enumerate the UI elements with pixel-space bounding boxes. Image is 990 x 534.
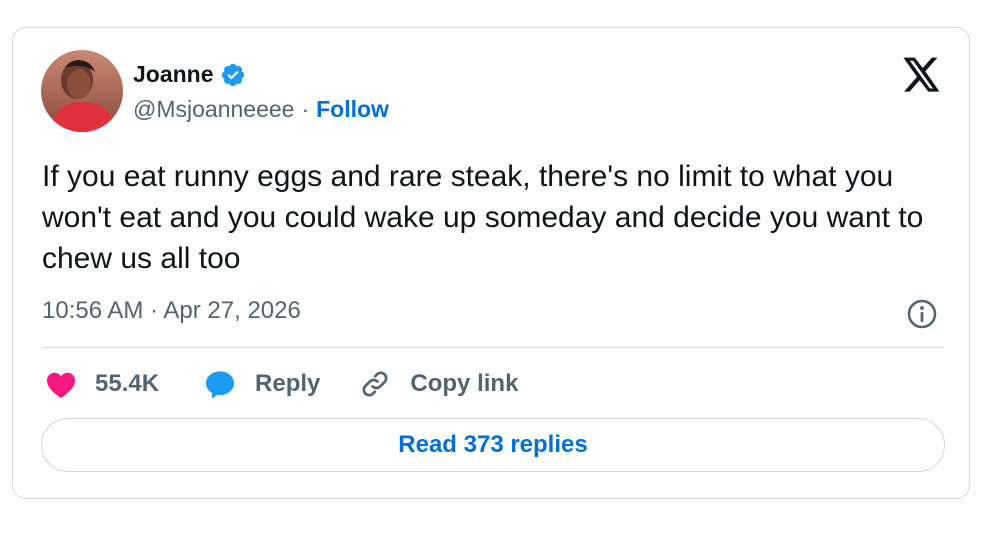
- follow-button[interactable]: Follow: [316, 96, 389, 123]
- reply-button[interactable]: Reply: [203, 368, 320, 400]
- timestamp-link[interactable]: 10:56 AM · Apr 27, 2026: [42, 297, 301, 325]
- tweet-embed-card: Joanne @Msjoanneeee · Follow If you eat …: [12, 27, 970, 499]
- like-count: 55.4K: [95, 370, 160, 397]
- x-logo-icon[interactable]: [903, 57, 941, 93]
- tweet-text: If you eat runny eggs and rare steak, th…: [42, 160, 924, 275]
- divider: [42, 347, 944, 348]
- verified-badge-icon: [221, 63, 244, 86]
- separator: ·: [301, 96, 310, 122]
- author-handle[interactable]: @Msjoanneeee: [133, 96, 294, 123]
- like-button[interactable]: 55.4K: [45, 369, 159, 399]
- read-replies-button[interactable]: Read 373 replies: [41, 418, 945, 472]
- speech-bubble-icon: [206, 371, 235, 399]
- heart-icon: [47, 372, 75, 399]
- copy-link-label: Copy link: [410, 370, 519, 397]
- author-name-row: Joanne: [133, 61, 246, 88]
- link-icon: [362, 371, 388, 397]
- handle-row: @Msjoanneeee · Follow: [133, 96, 389, 123]
- avatar[interactable]: [41, 50, 123, 132]
- copy-link-button[interactable]: Copy link: [358, 368, 518, 400]
- display-name[interactable]: Joanne: [133, 61, 214, 88]
- avatar-image: [41, 50, 123, 132]
- reply-label: Reply: [255, 370, 321, 397]
- action-bar: 55.4K Reply Copy link: [45, 365, 518, 403]
- info-icon[interactable]: [906, 298, 938, 330]
